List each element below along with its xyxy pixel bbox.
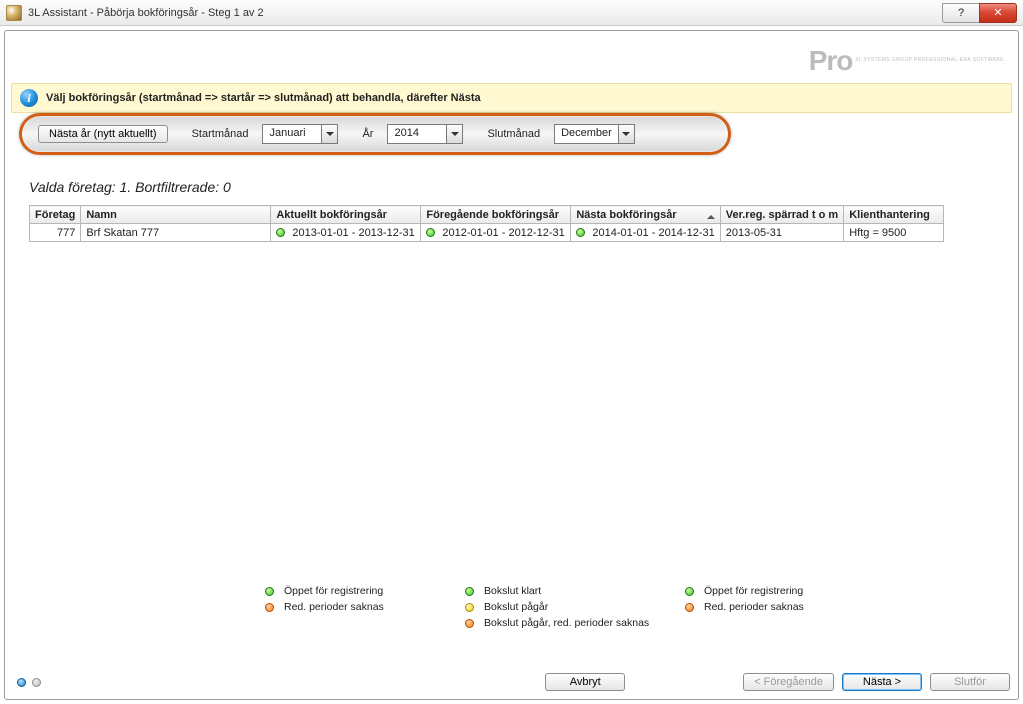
info-bar: i Välj bokföringsår (startmånad => start… [11,83,1012,113]
status-dot-orange [465,619,474,628]
sort-asc-icon [707,211,715,219]
year-label: År [362,128,373,140]
cancel-button[interactable]: Avbryt [545,673,625,691]
logo-text: Pro [809,45,853,77]
title-bar: 3L Assistant - Påbörja bokföringsår - St… [0,0,1023,26]
chevron-down-icon [321,125,337,143]
legend-item: Öppet för registrering [265,585,465,597]
next-button[interactable]: Nästa > [842,673,922,691]
close-icon: ✕ [993,6,1002,19]
cell-foretag: 777 [30,224,81,242]
start-month-value: Januari [263,125,321,143]
status-dot-green [276,228,285,237]
footer-bar: Avbryt < Föregående Nästa > Slutför [13,673,1010,691]
legend-item: Bokslut pågår [465,601,685,613]
legend-item: Red. perioder saknas [685,601,885,613]
col-foregaende[interactable]: Föregående bokföringsår [421,206,571,224]
main-panel: Pro 3L SYSTEMS GROUP PROFESSIONAL-ERA SO… [4,30,1019,700]
window-title: 3L Assistant - Påbörja bokföringsår - St… [28,7,943,19]
col-namn[interactable]: Namn [81,206,271,224]
end-month-value: December [555,125,618,143]
status-dot-green [265,587,274,596]
info-text: Välj bokföringsår (startmånad => startår… [46,92,481,104]
legend-label: Red. perioder saknas [704,601,804,613]
col-nasta[interactable]: Nästa bokföringsår [571,206,720,224]
cell-namn: Brf Skatan 777 [81,224,271,242]
year-select[interactable]: 2014 [387,124,463,144]
end-month-label: Slutmånad [487,128,540,140]
legend-label: Bokslut klart [484,585,541,597]
parameter-strip: Nästa år (nytt aktuellt) Startmånad Janu… [19,113,731,155]
cell-foregaende: 2012-01-01 - 2012-12-31 [421,224,571,242]
close-button[interactable]: ✕ [979,3,1017,23]
company-grid[interactable]: Företag Namn Aktuellt bokföringsår Föreg… [29,205,944,242]
legend-item: Red. perioder saknas [265,601,465,613]
wizard-step-dots [17,678,41,687]
app-icon [6,5,22,21]
legend-item: Öppet för registrering [685,585,885,597]
selection-summary: Valda företag: 1. Bortfiltrerade: 0 [29,179,231,195]
status-dot-orange [685,603,694,612]
legend-label: Red. perioder saknas [284,601,384,613]
status-dot-orange [265,603,274,612]
cell-nasta-text: 2014-01-01 - 2014-12-31 [592,227,714,239]
previous-button[interactable]: < Föregående [743,673,834,691]
start-month-select[interactable]: Januari [262,124,338,144]
cell-verreg: 2013-05-31 [720,224,844,242]
window-buttons: ? ✕ [943,3,1017,23]
start-month-label: Startmånad [192,128,249,140]
col-foretag[interactable]: Företag [30,206,81,224]
chevron-down-icon [446,125,462,143]
legend-empty [265,617,465,629]
status-dot-green [576,228,585,237]
cell-foregaende-text: 2012-01-01 - 2012-12-31 [442,227,564,239]
brand-logo: Pro 3L SYSTEMS GROUP PROFESSIONAL-ERA SO… [809,39,1004,83]
chevron-down-icon [618,125,634,143]
legend-empty [685,617,885,629]
col-aktuellt[interactable]: Aktuellt bokföringsår [271,206,421,224]
cell-aktuellt-text: 2013-01-01 - 2013-12-31 [292,227,414,239]
status-dot-yellow [465,603,474,612]
info-icon: i [20,89,38,107]
cell-aktuellt: 2013-01-01 - 2013-12-31 [271,224,421,242]
status-dot-green [426,228,435,237]
cell-nasta: 2014-01-01 - 2014-12-31 [571,224,720,242]
legend-label: Öppet för registrering [704,585,803,597]
status-dot-green [685,587,694,596]
legend: Öppet för registrering Bokslut klart Öpp… [265,585,885,629]
status-dot-green [465,587,474,596]
legend-item: Bokslut pågår, red. perioder saknas [465,617,685,629]
client-area: Pro 3L SYSTEMS GROUP PROFESSIONAL-ERA SO… [0,26,1023,704]
help-button[interactable]: ? [942,3,980,23]
step-dot-inactive [32,678,41,687]
next-year-button[interactable]: Nästa år (nytt aktuellt) [38,125,168,143]
end-month-select[interactable]: December [554,124,635,144]
col-verreg[interactable]: Ver.reg. spärrad t o m [720,206,844,224]
legend-label: Öppet för registrering [284,585,383,597]
help-icon: ? [958,7,964,19]
finish-button[interactable]: Slutför [930,673,1010,691]
legend-label: Bokslut pågår, red. perioder saknas [484,617,649,629]
legend-label: Bokslut pågår [484,601,548,613]
table-row[interactable]: 777 Brf Skatan 777 2013-01-01 - 2013-12-… [30,224,944,242]
logo-subtext: 3L SYSTEMS GROUP PROFESSIONAL-ERA SOFTWA… [855,58,1004,64]
col-klient[interactable]: Klienthantering [844,206,944,224]
legend-item: Bokslut klart [465,585,685,597]
step-dot-active [17,678,26,687]
col-nasta-label: Nästa bokföringsår [576,209,676,221]
cell-klient: Hftg = 9500 [844,224,944,242]
year-value: 2014 [388,125,446,143]
